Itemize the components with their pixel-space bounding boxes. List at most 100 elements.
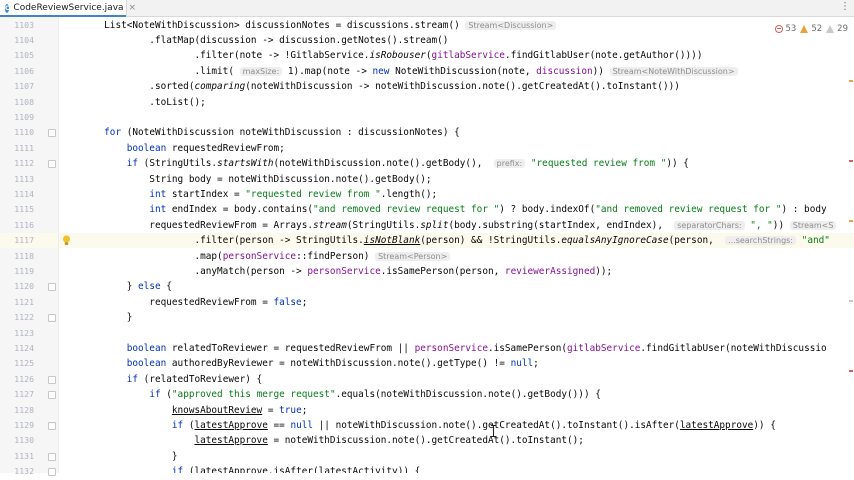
intention-bulb-icon[interactable] xyxy=(62,235,71,246)
line-number: 1118 xyxy=(14,250,34,261)
fold-marker-icon[interactable] xyxy=(48,468,56,477)
code-line[interactable]: if (latestApprove == null || noteWithDis… xyxy=(59,418,854,433)
code-line[interactable]: if ("approved this merge request".equals… xyxy=(59,387,854,402)
gutter-line[interactable]: 1111 xyxy=(0,141,58,156)
code-line[interactable]: int startIndex = "requested review from … xyxy=(59,187,854,202)
code-line[interactable]: .map(personService::findPerson) Stream<P… xyxy=(59,249,854,264)
gutter-line[interactable]: 1109 xyxy=(0,110,58,125)
line-number: 1121 xyxy=(14,296,34,307)
line-number: 1124 xyxy=(14,342,34,353)
gutter-line[interactable]: 1108 xyxy=(0,95,58,110)
code-line[interactable]: int endIndex = body.contains("and remove… xyxy=(59,202,854,217)
code-line[interactable]: knowsAboutReview = true; xyxy=(59,403,854,418)
gutter-line[interactable]: 1113 xyxy=(0,172,58,187)
warnings-indicator[interactable]: 52 xyxy=(800,24,822,34)
fold-marker-icon[interactable] xyxy=(48,129,56,138)
gutter-line[interactable]: 1129 xyxy=(0,418,58,433)
gutter-line[interactable]: 1126 xyxy=(0,372,58,387)
gutter-line[interactable]: 1125 xyxy=(0,356,58,371)
fold-marker-icon[interactable] xyxy=(48,421,56,430)
line-number: 1105 xyxy=(14,50,34,61)
code-line[interactable]: .flatMap(discussion -> discussion.getNot… xyxy=(59,33,854,48)
code-line[interactable]: .limit( maxSize: 1).map(note -> new Note… xyxy=(59,64,854,79)
code-line[interactable]: .sorted(comparing(noteWithDiscussion -> … xyxy=(59,79,854,94)
line-number: 1107 xyxy=(14,81,34,92)
gutter-line[interactable]: 1118 xyxy=(0,249,58,264)
code-line[interactable]: boolean authoredByReviewer = noteWithDis… xyxy=(59,356,854,371)
gutter-line[interactable]: 1131 xyxy=(0,449,58,464)
gutter-line[interactable]: 1114 xyxy=(0,187,58,202)
line-number: 1108 xyxy=(14,96,34,107)
gutter-line[interactable]: 1120 xyxy=(0,279,58,294)
code-line[interactable]: String body = noteWithDiscussion.note().… xyxy=(59,172,854,187)
code-line[interactable] xyxy=(59,110,854,125)
line-number: 1113 xyxy=(14,173,34,184)
error-icon xyxy=(774,24,783,33)
code-line[interactable]: List<NoteWithDiscussion> discussionNotes… xyxy=(59,18,854,33)
line-number: 1128 xyxy=(14,404,34,415)
code-line[interactable]: if (relatedToReviewer) { xyxy=(59,372,854,387)
code-line[interactable]: } else { xyxy=(59,279,854,294)
errors-indicator[interactable]: 53 xyxy=(774,23,797,34)
code-editor[interactable]: List<NoteWithDiscussion> discussionNotes… xyxy=(59,17,854,473)
code-line[interactable]: } xyxy=(59,449,854,464)
inspection-widget[interactable]: 53 52 29 xyxy=(770,22,848,35)
gutter-line[interactable]: 1122 xyxy=(0,310,58,325)
code-line[interactable]: boolean requestedReviewFrom; xyxy=(59,141,854,156)
gutter-line[interactable]: 1128 xyxy=(0,403,58,418)
code-line[interactable]: if (latestApprove.isAfter(latestActivity… xyxy=(59,464,854,473)
line-number: 1120 xyxy=(14,281,34,292)
gutter-line[interactable]: 1124 xyxy=(0,341,58,356)
code-line[interactable]: latestApprove = noteWithDiscussion.note(… xyxy=(59,433,854,448)
gutter-line[interactable]: 1112 xyxy=(0,156,58,171)
gutter-line[interactable]: 1127 xyxy=(0,387,58,402)
line-number: 1104 xyxy=(14,34,34,45)
more-tabs-icon[interactable]: ⋮ xyxy=(840,1,850,12)
fold-marker-icon[interactable] xyxy=(48,375,56,384)
gutter-line[interactable]: 1123 xyxy=(0,326,58,341)
gutter-line[interactable]: 1106 xyxy=(0,64,58,79)
errors-count: 53 xyxy=(785,23,797,34)
code-line[interactable]: requestedReviewFrom = Arrays.stream(Stri… xyxy=(59,218,854,233)
line-number: 1131 xyxy=(14,450,34,461)
code-line[interactable]: .filter(person -> StringUtils.isNotBlank… xyxy=(59,233,854,249)
code-line[interactable]: .filter(note -> !GitlabService.isRobouse… xyxy=(59,48,854,63)
gutter-line[interactable]: 1119 xyxy=(0,264,58,279)
line-number: 1127 xyxy=(14,389,34,400)
code-line[interactable]: boolean relatedToReviewer = requestedRev… xyxy=(59,341,854,356)
gutter-line[interactable]: 1121 xyxy=(0,295,58,310)
editor-tab-bar: C CodeReviewService.java × ⋮ xyxy=(0,0,854,17)
line-number: 1132 xyxy=(14,466,34,477)
gutter-line[interactable]: 1104 xyxy=(0,33,58,48)
fold-marker-icon[interactable] xyxy=(48,452,56,461)
tab-filename: CodeReviewService.java xyxy=(13,3,124,13)
gutter-line[interactable]: 1107 xyxy=(0,79,58,94)
gutter-line[interactable]: 1105 xyxy=(0,48,58,63)
code-line[interactable]: .toList(); xyxy=(59,95,854,110)
fold-marker-icon[interactable] xyxy=(48,283,56,292)
fold-marker-icon[interactable] xyxy=(48,160,56,169)
close-icon[interactable]: × xyxy=(129,3,137,13)
gutter-line[interactable]: 1117 xyxy=(0,233,58,249)
line-number: 1123 xyxy=(14,327,34,338)
gutter-line[interactable]: 1110 xyxy=(0,125,58,140)
code-line[interactable]: requestedReviewFrom = false; xyxy=(59,295,854,310)
code-line[interactable]: .anyMatch(person -> personService.isSame… xyxy=(59,264,854,279)
code-line[interactable]: if (StringUtils.startsWith(noteWithDiscu… xyxy=(59,156,854,171)
line-number: 1114 xyxy=(14,188,34,199)
gutter-line[interactable]: 1115 xyxy=(0,202,58,217)
code-line[interactable]: for (NoteWithDiscussion noteWithDiscussi… xyxy=(59,125,854,140)
gutter-line[interactable]: 1132 xyxy=(0,464,58,479)
code-line[interactable] xyxy=(59,326,854,341)
gutter-line[interactable]: 1130 xyxy=(0,433,58,448)
error-stripe[interactable] xyxy=(848,40,854,473)
line-number-gutter[interactable]: 1103 1104 1105 1106 1107 1108 1109 1110 1111 1112… xyxy=(0,17,59,477)
tab-code-review-service[interactable]: C CodeReviewService.java × xyxy=(0,0,136,17)
line-number: 1116 xyxy=(14,219,34,230)
code-line[interactable]: } xyxy=(59,310,854,325)
fold-marker-icon[interactable] xyxy=(48,391,56,400)
gutter-line[interactable]: 1103 xyxy=(0,18,58,33)
gutter-line[interactable]: 1116 xyxy=(0,218,58,233)
weak-warnings-indicator[interactable]: 29 xyxy=(826,24,848,34)
fold-marker-icon[interactable] xyxy=(48,314,56,323)
